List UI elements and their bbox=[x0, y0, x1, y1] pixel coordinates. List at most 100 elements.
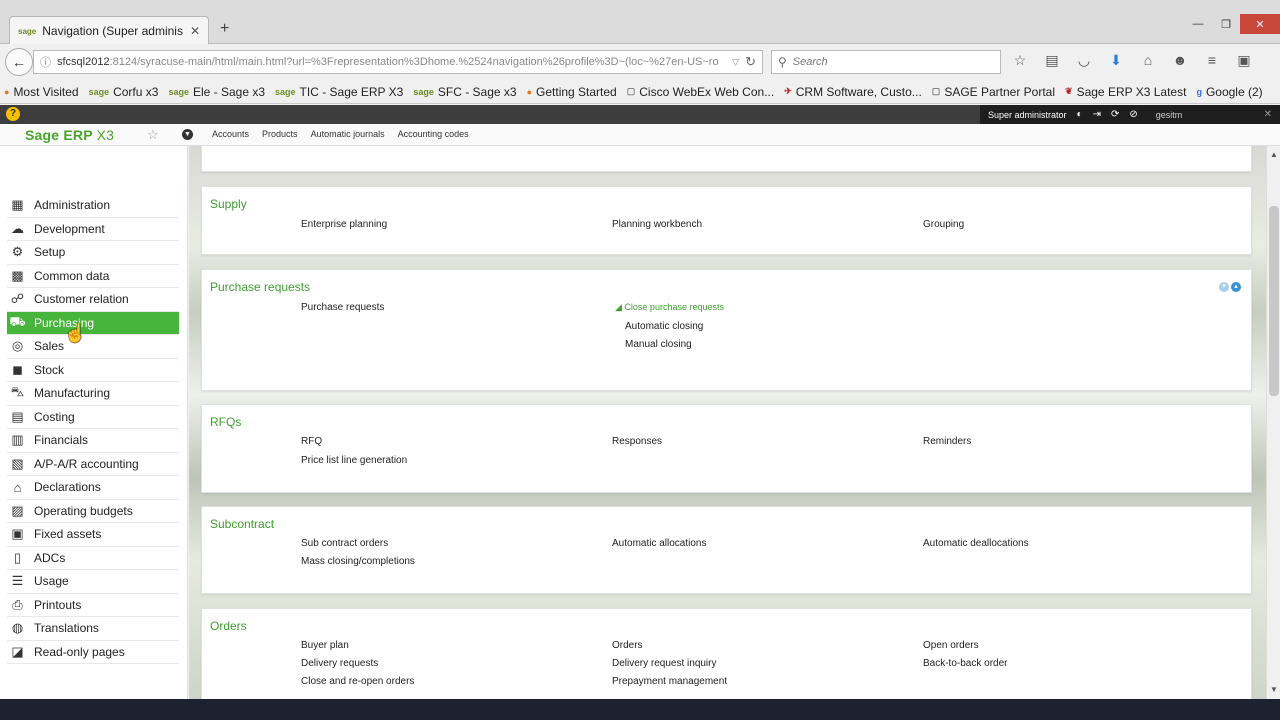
sidebar-item-usage[interactable]: ☰ Usage bbox=[7, 570, 179, 594]
scroll-down-icon[interactable]: ▼ bbox=[1267, 683, 1280, 697]
reload-icon[interactable]: ↻ bbox=[745, 54, 756, 70]
sage-logo[interactable]: Sage ERP X3 bbox=[25, 127, 114, 143]
bookmark-star-icon[interactable]: ☆ bbox=[1010, 52, 1030, 69]
link-purchase-requests[interactable]: Purchase requests bbox=[301, 302, 384, 313]
bookmark-item[interactable]: sage TIC - Sage ERP X3 bbox=[275, 85, 403, 99]
bookmark-item[interactable]: g Google (2) bbox=[1196, 85, 1262, 99]
url-text[interactable]: sfcsql2012:8124/syracuse-main/html/main.… bbox=[57, 56, 726, 68]
link-mass-closing-completions[interactable]: Mass closing/completions bbox=[301, 556, 415, 567]
sidebar-item-common-data[interactable]: ▩ Common data bbox=[7, 265, 179, 288]
collapse-icon[interactable]: ▴ bbox=[1231, 282, 1241, 292]
link-delivery-request-inquiry[interactable]: Delivery request inquiry bbox=[612, 658, 717, 669]
quick-link-accounting-codes[interactable]: Accounting codes bbox=[398, 129, 469, 139]
link-open-orders[interactable]: Open orders bbox=[923, 640, 979, 651]
link-prepayment-management[interactable]: Prepayment management bbox=[612, 676, 727, 687]
link-sub-contract-orders[interactable]: Sub contract orders bbox=[301, 538, 388, 549]
bookmark-item[interactable]: sage SFC - Sage x3 bbox=[413, 85, 516, 99]
link-back-to-back-order[interactable]: Back-to-back order bbox=[923, 658, 1007, 669]
tab-close-icon[interactable]: ✕ bbox=[190, 24, 200, 38]
sidebar-item-administration[interactable]: ▦ Administration bbox=[7, 194, 179, 218]
hello-icon[interactable]: ☻ bbox=[1170, 52, 1190, 69]
endpoint-label[interactable]: gesitm bbox=[1156, 110, 1183, 120]
search-bar[interactable]: ⚲ bbox=[771, 50, 1001, 74]
sidebar-item-read-only-pages[interactable]: ◪ Read-only pages bbox=[7, 641, 179, 664]
link-responses[interactable]: Responses bbox=[612, 436, 662, 447]
scroll-thumb[interactable] bbox=[1269, 206, 1279, 396]
bookmark-item[interactable]: ▢ Cisco WebEx Web Con... bbox=[627, 85, 774, 99]
sidebar-item-declarations[interactable]: ⌂ Declarations bbox=[7, 476, 179, 500]
sidebar-item-adcs[interactable]: ▯ ADCs bbox=[7, 547, 179, 570]
sidebar-item-translations[interactable]: ◍ Translations bbox=[7, 617, 179, 641]
close-endpoint-icon[interactable]: ✕ bbox=[1264, 109, 1272, 120]
sidebar-item-purchasing[interactable]: ⛟ Purchasing bbox=[7, 311, 179, 335]
sidebar-item-stock[interactable]: ◼ Stock bbox=[7, 359, 179, 382]
link-automatic-closing[interactable]: Automatic closing bbox=[625, 321, 703, 332]
link-manual-closing[interactable]: Manual closing bbox=[625, 339, 692, 350]
browser-tab[interactable]: sage Navigation (Super adminis... ✕ bbox=[9, 16, 209, 45]
sidebar-item-sales[interactable]: ◎ Sales bbox=[7, 335, 179, 359]
sidebar-item-operating-budgets[interactable]: ▨ Operating budgets bbox=[7, 500, 179, 523]
refresh-icon[interactable]: ⟳ bbox=[1111, 109, 1119, 120]
quick-link-accounts[interactable]: Accounts bbox=[212, 129, 249, 139]
expand-icon[interactable]: ▾ bbox=[1219, 282, 1229, 292]
home-icon[interactable]: ⌂ bbox=[1138, 52, 1158, 69]
link-price-list-line-generation[interactable]: Price list line generation bbox=[301, 455, 407, 466]
help-icon[interactable]: ? bbox=[6, 107, 20, 121]
user-role-label[interactable]: Super administrator bbox=[988, 110, 1067, 120]
link-automatic-allocations[interactable]: Automatic allocations bbox=[612, 538, 707, 549]
bookmark-item[interactable]: ● Getting Started bbox=[527, 85, 617, 99]
chevron-down-icon[interactable]: ▼ bbox=[182, 129, 193, 140]
link-orders[interactable]: Orders bbox=[612, 640, 643, 651]
link-grouping[interactable]: Grouping bbox=[923, 219, 964, 230]
sidebar-item-costing[interactable]: ▤ Costing bbox=[7, 406, 179, 429]
site-info-icon[interactable]: ⓘ bbox=[40, 54, 51, 70]
link-automatic-deallocations[interactable]: Automatic deallocations bbox=[923, 538, 1029, 549]
new-tab-icon[interactable]: + bbox=[220, 20, 229, 38]
bookmark-item[interactable]: sage Ele - Sage x3 bbox=[168, 85, 265, 99]
back-arrow-icon[interactable]: ← bbox=[5, 48, 33, 76]
minimize-icon[interactable]: — bbox=[1184, 14, 1212, 34]
sidebar-item-development[interactable]: ☁ Development bbox=[7, 218, 179, 241]
quick-link-products[interactable]: Products bbox=[262, 129, 298, 139]
search-input[interactable] bbox=[792, 56, 973, 68]
bookmark-item[interactable]: ▢ SAGE Partner Portal bbox=[932, 85, 1055, 99]
link-planning-workbench[interactable]: Planning workbench bbox=[612, 219, 702, 230]
quick-link-automatic-journals[interactable]: Automatic journals bbox=[311, 129, 385, 139]
settings-icon[interactable]: ⊘ bbox=[1129, 109, 1137, 120]
download-icon[interactable]: ⬇ bbox=[1106, 52, 1126, 69]
extension-icon[interactable]: ▣ bbox=[1234, 52, 1254, 69]
user-profile-icon[interactable]: ◐ bbox=[1077, 109, 1083, 120]
bookmark-item[interactable]: ❦ Sage ERP X3 Latest bbox=[1065, 85, 1186, 99]
sidebar-item-manufacturing[interactable]: ⛍ Manufacturing bbox=[7, 382, 179, 406]
link-close-and-reopen-orders[interactable]: Close and re-open orders bbox=[301, 676, 414, 687]
bookmarks-toolbar: ● Most Visited sage Corfu x3 sage Ele - Sag… bbox=[0, 80, 1280, 104]
link-reminders[interactable]: Reminders bbox=[923, 436, 971, 447]
sidebar-item-financials[interactable]: ▥ Financials bbox=[7, 429, 179, 453]
bookmark-item[interactable]: ✈ CRM Software, Custo... bbox=[784, 85, 922, 99]
sidebar-item-fixed-assets[interactable]: ▣ Fixed assets bbox=[7, 523, 179, 547]
restore-icon[interactable]: ❐ bbox=[1212, 14, 1240, 34]
link-rfq[interactable]: RFQ bbox=[301, 436, 322, 447]
menu-icon[interactable]: ≡ bbox=[1202, 52, 1222, 69]
sidebar-item-printouts[interactable]: ⎙ Printouts bbox=[7, 594, 179, 617]
scroll-up-icon[interactable]: ▲ bbox=[1267, 148, 1280, 162]
reading-list-icon[interactable]: ▤ bbox=[1042, 52, 1062, 69]
bookmark-item[interactable]: ● Most Visited bbox=[4, 85, 79, 99]
sidebar-item-customer-relation[interactable]: ☍ Customer relation bbox=[7, 288, 179, 312]
dropdown-arrow-icon[interactable]: ▽ bbox=[732, 57, 739, 68]
link-enterprise-planning[interactable]: Enterprise planning bbox=[301, 219, 387, 230]
bookmark-item[interactable]: sage Corfu x3 bbox=[89, 85, 159, 99]
window-controls: — ❐ ✕ bbox=[1184, 14, 1280, 34]
sidebar-item-setup[interactable]: ⚙ Setup bbox=[7, 241, 179, 265]
favorite-star-icon[interactable]: ☆ bbox=[147, 127, 159, 143]
link-buyer-plan[interactable]: Buyer plan bbox=[301, 640, 349, 651]
address-bar[interactable]: ⓘ sfcsql2012:8124/syracuse-main/html/mai… bbox=[33, 50, 763, 74]
link-delivery-requests[interactable]: Delivery requests bbox=[301, 658, 378, 669]
sidebar-item-ap-ar-accounting[interactable]: ▧ A/P-A/R accounting bbox=[7, 453, 179, 476]
main-scrollbar[interactable]: ▲ ▼ bbox=[1266, 146, 1280, 699]
ledger-icon: ▥ bbox=[11, 432, 24, 448]
group-close-purchase-requests[interactable]: ◢ Close purchase requests bbox=[615, 302, 724, 313]
window-close-icon[interactable]: ✕ bbox=[1240, 14, 1280, 34]
pocket-icon[interactable]: ◡ bbox=[1074, 52, 1094, 69]
logout-icon[interactable]: ⇥ bbox=[1093, 109, 1101, 120]
